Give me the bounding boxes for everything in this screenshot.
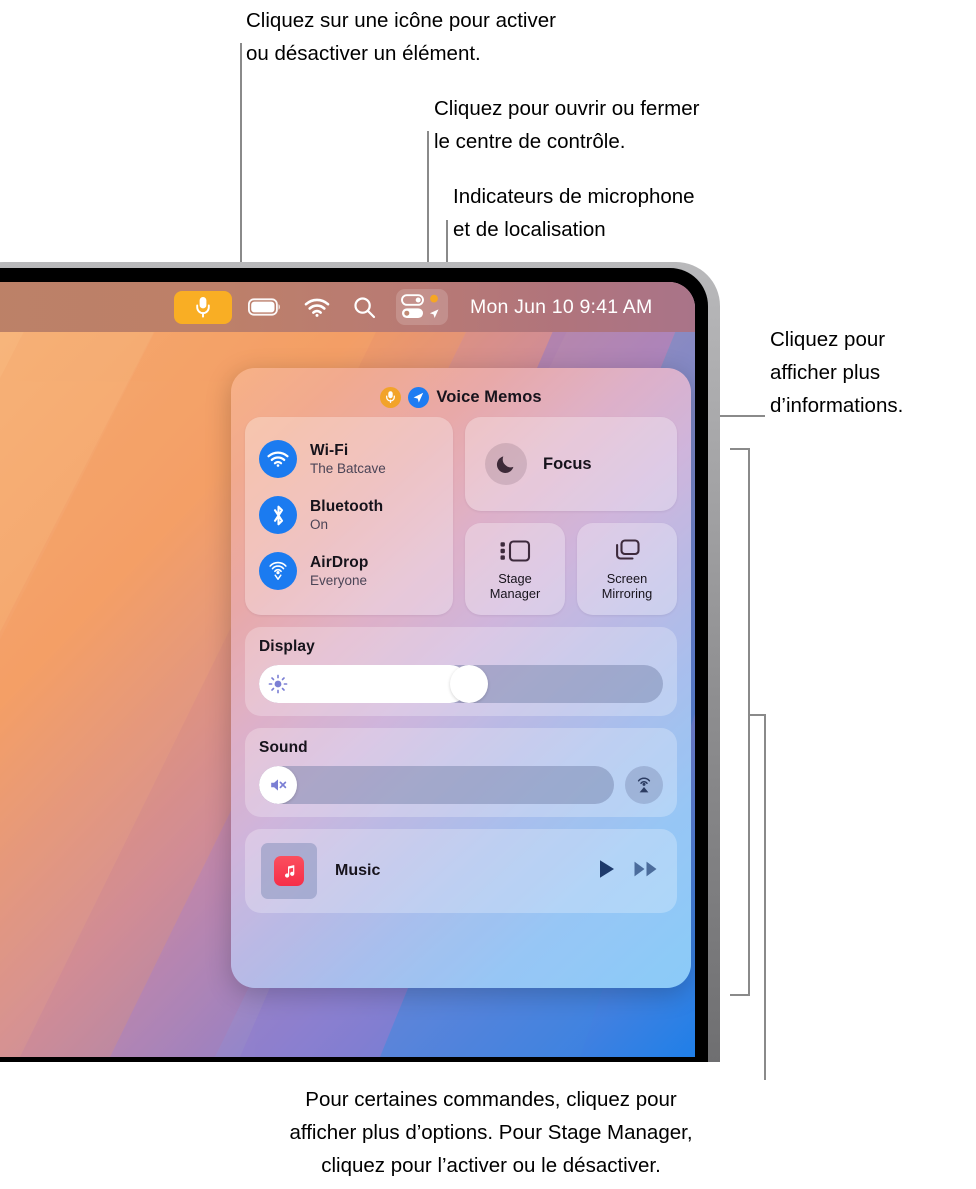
- apple-music-icon: [274, 856, 304, 886]
- bracket-controls-bottom: [730, 994, 750, 996]
- focus-label: Focus: [543, 454, 592, 473]
- bluetooth-row[interactable]: Bluetooth On: [245, 487, 453, 543]
- bluetooth-status: On: [310, 516, 329, 532]
- battery-menu-item[interactable]: [248, 282, 282, 332]
- active-app-label[interactable]: Voice Memos: [436, 388, 541, 407]
- bluetooth-label: Bluetooth: [310, 497, 384, 515]
- callout-top-left: Cliquez sur une icône pour activer ou dé…: [246, 9, 556, 65]
- bracket-controls-vertical: [748, 448, 750, 996]
- wifi-toggle-icon[interactable]: [259, 440, 297, 478]
- control-center-header: Voice Memos: [245, 382, 677, 412]
- album-artwork: [261, 843, 317, 899]
- spotlight-search-menu-item[interactable]: [353, 282, 376, 332]
- leader-line-bottom-callout: [764, 714, 766, 1080]
- brightness-icon: [268, 674, 288, 694]
- callout-top-right: Indicateurs de microphone et de localisa…: [453, 185, 695, 241]
- microphone-indicator-icon: [380, 386, 402, 408]
- screen-mirroring-tile[interactable]: Screen Mirroring: [577, 523, 677, 615]
- play-button[interactable]: [597, 858, 617, 885]
- control-center-icon: [401, 294, 424, 318]
- bluetooth-toggle-icon[interactable]: [259, 496, 297, 534]
- airdrop-row[interactable]: AirDrop Everyone: [245, 543, 453, 599]
- wifi-icon: [304, 298, 330, 317]
- fast-forward-button[interactable]: [633, 859, 659, 884]
- bracket-controls-top: [730, 448, 750, 450]
- screen-mirroring-label: Screen Mirroring: [601, 571, 653, 601]
- callout-bottom: Pour certaines commandes, cliquez pour a…: [289, 1088, 693, 1177]
- wifi-status: The Batcave: [310, 460, 386, 476]
- stage-manager-tile[interactable]: Stage Manager: [465, 523, 565, 615]
- display-panel: Display: [245, 627, 677, 716]
- airdrop-label: AirDrop: [310, 553, 369, 571]
- mute-icon: [268, 775, 288, 795]
- control-center-panel: Voice Memos Wi-Fi The Batcave Bluetooth …: [231, 368, 691, 988]
- screen-mirroring-icon: [616, 539, 640, 560]
- callout-right: Cliquez pour afficher plus d’information…: [770, 328, 904, 417]
- airplay-audio-button[interactable]: [625, 766, 663, 804]
- wifi-label: Wi-Fi: [310, 441, 349, 459]
- stage-manager-icon: [500, 540, 531, 562]
- location-arrow-icon: [429, 309, 439, 318]
- wifi-menu-item[interactable]: [304, 282, 330, 332]
- airplay-audio-icon: [637, 777, 651, 793]
- sound-panel: Sound: [245, 728, 677, 817]
- control-center-menu-item[interactable]: [396, 289, 448, 325]
- stage-manager-label: Stage Manager: [489, 571, 541, 601]
- battery-icon: [248, 298, 280, 316]
- airdrop-toggle-icon[interactable]: [259, 552, 297, 590]
- search-icon: [354, 296, 376, 318]
- mac-screen: Mon Jun 10 9:41 AM Voice Memos Wi-Fi The…: [0, 282, 695, 1057]
- location-indicator-icon: [408, 386, 430, 408]
- airdrop-status: Everyone: [310, 572, 368, 588]
- display-label: Display: [259, 638, 315, 655]
- music-title: Music: [335, 862, 381, 879]
- focus-tile[interactable]: Focus: [465, 417, 677, 511]
- brightness-slider[interactable]: [259, 665, 663, 703]
- volume-slider[interactable]: [259, 766, 614, 804]
- microphone-icon: [196, 297, 210, 318]
- connectivity-tile: Wi-Fi The Batcave Bluetooth On AirDrop E…: [245, 417, 453, 615]
- music-panel[interactable]: Music: [245, 829, 677, 913]
- fast-forward-icon: [634, 861, 657, 876]
- brightness-slider-fill: [259, 665, 470, 703]
- brightness-slider-knob[interactable]: [450, 665, 489, 703]
- callout-top-mid: Cliquez pour ouvrir ou fermer le centre …: [434, 97, 700, 153]
- wifi-row[interactable]: Wi-Fi The Batcave: [245, 431, 453, 487]
- menu-bar-clock[interactable]: Mon Jun 10 9:41 AM: [470, 282, 652, 332]
- microphone-indicator-menu-item[interactable]: [174, 290, 232, 324]
- play-icon: [600, 859, 614, 878]
- microphone-indicator-dot: [430, 294, 438, 303]
- sound-label: Sound: [259, 739, 308, 756]
- menu-bar: Mon Jun 10 9:41 AM: [0, 282, 695, 332]
- moon-icon: [485, 443, 527, 485]
